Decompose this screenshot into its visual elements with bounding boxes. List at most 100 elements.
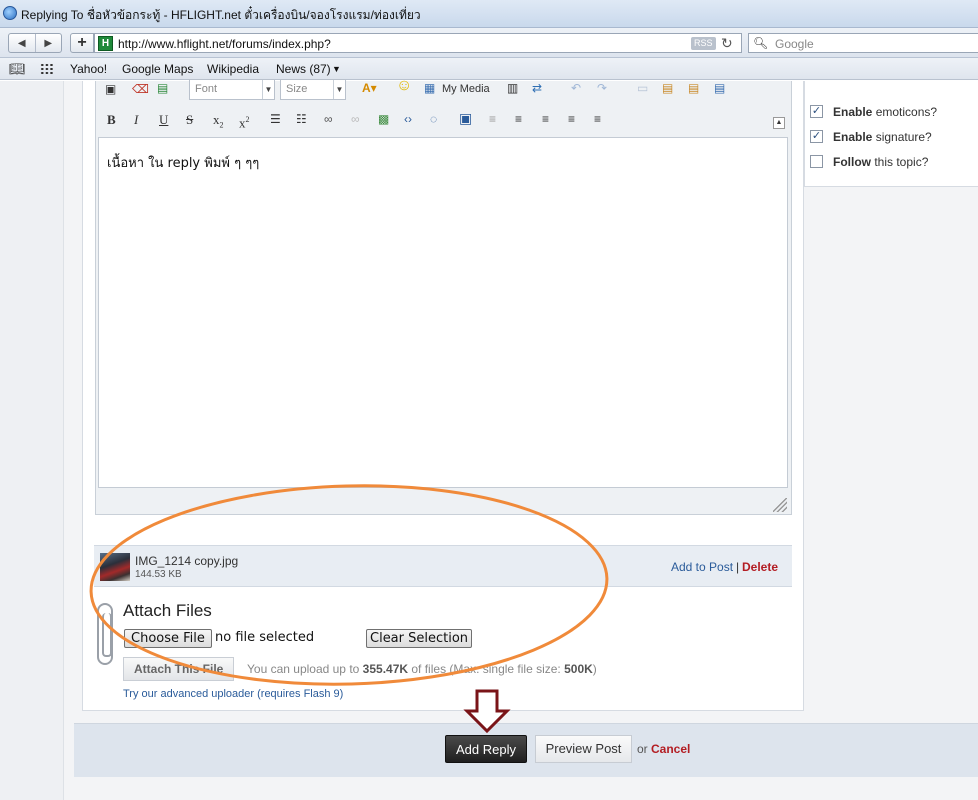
attach-files-title: Attach Files (123, 601, 212, 620)
note-text: ) (592, 662, 597, 676)
emoticons-checkbox[interactable]: ✓ (810, 105, 823, 119)
attachment-file-name: IMG_1214 copy.jpg (135, 554, 239, 568)
open-book-icon[interactable]: 📖︎ (9, 61, 26, 77)
upload-quota-note: You can upload up to 355.47K of files (M… (247, 662, 597, 676)
search-field[interactable]: 🔍︎ Google (748, 33, 978, 53)
chevron-down-icon[interactable]: ▼ (332, 64, 341, 74)
remove-format-icon[interactable]: ▣ (105, 81, 116, 97)
no-file-selected-label: no file selected (215, 630, 315, 645)
emoticon-smiley-icon[interactable]: ☺ (396, 78, 412, 94)
search-placeholder: Google (775, 37, 814, 51)
redo-icon[interactable]: ↷ (597, 80, 607, 96)
align-center-icon[interactable]: ≡ (568, 111, 575, 127)
collapse-toolbar-icon[interactable]: ▲ (773, 117, 785, 129)
special-chars-icon[interactable]: ⇄ (532, 80, 542, 96)
bookmark-yahoo[interactable]: Yahoo! (70, 62, 107, 76)
superscript-icon[interactable]: x2 (239, 112, 250, 131)
choose-file-button[interactable]: Choose File (124, 629, 212, 648)
add-to-post-link[interactable]: Add to Post (671, 560, 733, 574)
follow-topic-checkbox[interactable] (810, 155, 823, 169)
spoiler-icon[interactable]: ▣ (459, 110, 472, 126)
subscript-icon[interactable]: x2 (213, 112, 224, 134)
signature-checkbox[interactable]: ✓ (810, 130, 823, 144)
font-select[interactable]: Font ▼ (189, 79, 275, 100)
option-label: this topic? (871, 155, 929, 169)
option-label-strong: Enable (833, 130, 873, 144)
clear-selection-button[interactable]: Clear Selection (366, 629, 473, 648)
chevron-down-icon: ▼ (262, 80, 274, 99)
browser-toolbar: ◀ ▶ + H http://www.hflight.net/forums/in… (0, 28, 978, 58)
rss-badge[interactable]: RSS (691, 37, 716, 50)
table-icon[interactable]: ▥ (507, 80, 518, 96)
forward-arrow-icon[interactable]: ▶ (36, 34, 62, 52)
image-icon[interactable]: ▩ (378, 111, 389, 127)
attach-this-file-button[interactable]: Attach This File (123, 657, 235, 681)
window-title: Replying To ชื่อหัวข้อกระทู้ - HFLIGHT.n… (21, 8, 421, 22)
paste-word-icon[interactable]: ▤ (714, 80, 725, 96)
font-color-icon[interactable]: A▾ (362, 80, 377, 96)
delete-attachment-link[interactable]: Delete (742, 560, 778, 574)
option-label-strong: Follow (833, 155, 871, 169)
size-select[interactable]: Size ▼ (280, 79, 346, 100)
align-right-icon[interactable]: ≡ (594, 111, 601, 127)
page-left-gutter (0, 81, 64, 800)
address-bar[interactable]: H http://www.hflight.net/forums/index.ph… (94, 33, 742, 53)
or-label: or (637, 742, 648, 756)
resize-handle-icon[interactable] (773, 498, 787, 512)
size-select-value: Size (286, 83, 308, 95)
quote-icon[interactable]: ◌ (430, 111, 437, 127)
option-enable-emoticons[interactable]: ✓ Enable emoticons? (810, 105, 937, 121)
history-buttons: ◀ ▶ (8, 33, 62, 53)
link-icon[interactable]: ∞ (324, 111, 333, 127)
add-reply-button[interactable]: Add Reply (445, 735, 527, 763)
chevron-down-icon: ▼ (333, 80, 345, 99)
option-label-strong: Enable (833, 105, 873, 119)
top-sites-grid-icon[interactable] (40, 63, 54, 75)
note-text: of files (Max. single file size: (408, 662, 565, 676)
search-icon[interactable]: 🔍︎ (753, 36, 768, 50)
globe-icon (3, 6, 17, 20)
indent-icon[interactable]: ≡ (515, 111, 522, 127)
note-text: You can upload up to (247, 662, 363, 676)
back-arrow-icon[interactable]: ◀ (9, 34, 36, 52)
cut-icon[interactable]: ▭ (637, 80, 648, 96)
my-media-button[interactable]: My Media (442, 81, 490, 97)
option-follow-topic[interactable]: Follow this topic? (810, 155, 928, 171)
eraser-icon[interactable]: ⌫ (132, 81, 149, 97)
bookmark-news[interactable]: News (87) (276, 62, 331, 76)
paste-icon[interactable]: ▤ (662, 80, 673, 96)
code-icon[interactable]: ‹› (404, 111, 412, 127)
advanced-uploader-link[interactable]: Try our advanced uploader (requires Flas… (123, 688, 343, 700)
note-max-size: 500K (564, 662, 593, 676)
attached-file-row: IMG_1214 copy.jpg 144.53 KB Add to Post … (94, 545, 792, 587)
strikethrough-icon[interactable]: S (186, 112, 193, 128)
italic-icon[interactable]: I (134, 112, 138, 128)
outdent-icon[interactable]: ≡ (489, 111, 496, 127)
editor-content[interactable]: เนื้อหา ใน reply พิมพ์ ๆ ๆๆ (107, 152, 259, 173)
note-quota: 355.47K (362, 662, 409, 676)
site-favicon-icon: H (98, 36, 113, 51)
underline-icon[interactable]: U (159, 112, 168, 128)
window-titlebar: Replying To ชื่อหัวข้อกระทู้ - HFLIGHT.n… (0, 0, 978, 28)
numbered-list-icon[interactable]: ☷ (296, 111, 307, 127)
address-url[interactable]: http://www.hflight.net/forums/index.php? (118, 37, 331, 51)
bullet-list-icon[interactable]: ☰ (270, 111, 281, 127)
cancel-link[interactable]: Cancel (651, 742, 690, 756)
bookmark-google-maps[interactable]: Google Maps (122, 62, 193, 76)
reload-icon[interactable]: ↻ (721, 35, 733, 52)
bookmark-wikipedia[interactable]: Wikipedia (207, 62, 259, 76)
option-enable-signature[interactable]: ✓ Enable signature? (810, 130, 932, 146)
editor-text-area[interactable]: เนื้อหา ใน reply พิมพ์ ๆ ๆๆ (98, 137, 788, 488)
unlink-icon[interactable]: ∞ (351, 111, 360, 127)
option-label: emoticons? (872, 105, 938, 119)
bold-icon[interactable]: B (107, 112, 116, 128)
preview-post-button[interactable]: Preview Post (535, 735, 632, 763)
link-separator: | (736, 560, 740, 574)
option-label: signature? (872, 130, 932, 144)
new-tab-plus-icon[interactable]: + (70, 33, 94, 53)
undo-icon[interactable]: ↶ (571, 80, 581, 96)
media-icon[interactable]: ▦ (424, 80, 435, 96)
spellcheck-icon[interactable]: ▤ (157, 80, 168, 96)
paste-text-icon[interactable]: ▤ (688, 80, 699, 96)
align-left-icon[interactable]: ≡ (542, 111, 549, 127)
